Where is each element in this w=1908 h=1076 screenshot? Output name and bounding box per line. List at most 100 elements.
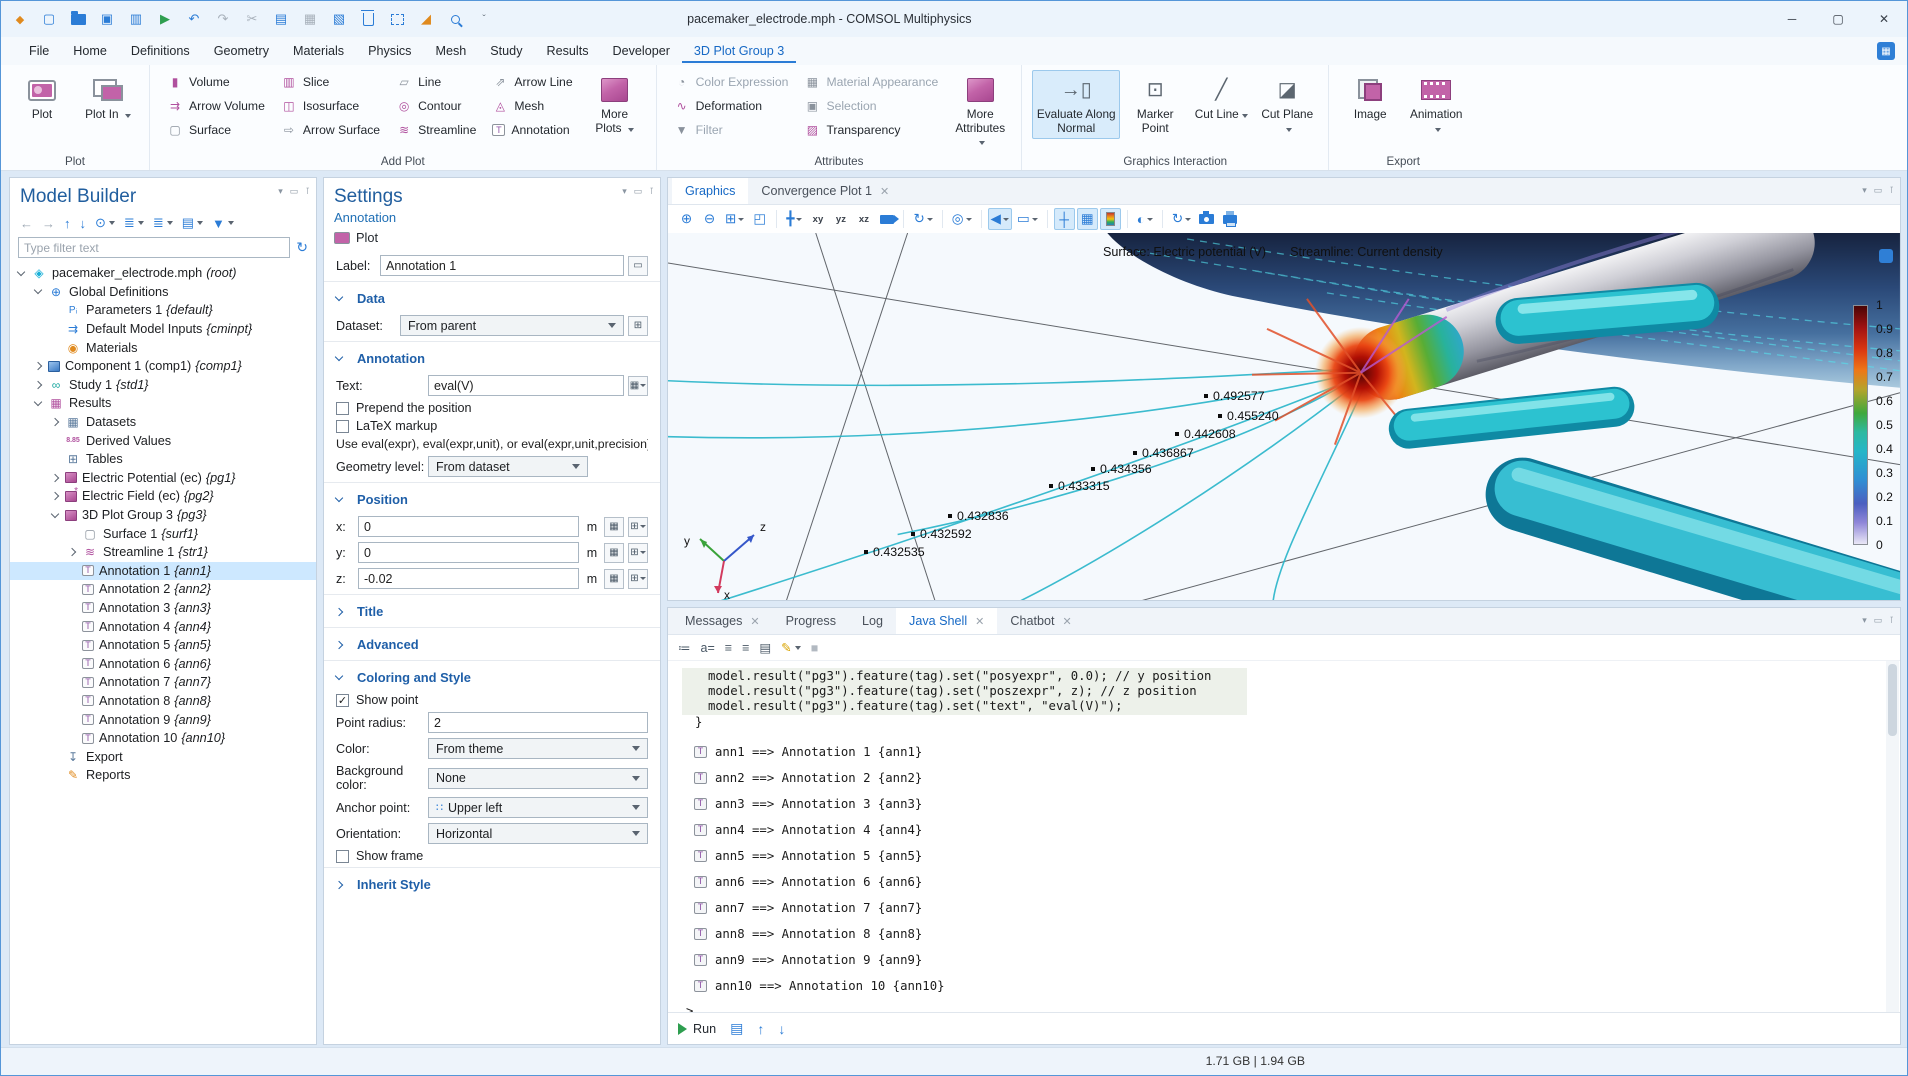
isosurface-button[interactable]: ◫Isosurface <box>274 94 387 118</box>
filter-nodes-icon[interactable]: ▼ <box>212 216 234 231</box>
tree-node-derived-values[interactable]: 8.85Derived Values <box>10 431 316 450</box>
node-columns-icon[interactable]: ▤ <box>182 215 203 231</box>
more-plots-button[interactable]: More Plots <box>584 70 646 139</box>
pin-icon[interactable]: ⊺ <box>1889 615 1894 626</box>
layout-icon[interactable]: ▦ <box>1877 42 1895 60</box>
color-theme-icon[interactable]: ◐ <box>1134 208 1156 230</box>
tree-node-annotation-2[interactable]: TAnnotation 2{ann2} <box>10 580 316 599</box>
show-grid-icon[interactable]: ▦ <box>1077 208 1098 230</box>
forward-icon[interactable]: → <box>42 216 55 231</box>
tree-node-annotation-6[interactable]: TAnnotation 6{ann6} <box>10 654 316 673</box>
pin-icon[interactable]: ⊺ <box>305 186 310 197</box>
tree-node-global-definitions[interactable]: ⊕Global Definitions <box>10 283 316 302</box>
run-button[interactable]: Run <box>678 1022 716 1036</box>
float-icon[interactable]: ▭ <box>634 186 643 197</box>
tree-node-parameters-1[interactable]: PᵢParameters 1{default} <box>10 301 316 320</box>
console-tab-java-shell[interactable]: Java Shell✕ <box>896 608 997 634</box>
move-up-icon[interactable]: ↑ <box>64 216 71 231</box>
arrow-volume-button[interactable]: ⇉Arrow Volume <box>160 94 272 118</box>
menu-study[interactable]: Study <box>478 40 534 63</box>
latex-markup-checkbox-row[interactable]: LaTeX markup <box>336 419 648 433</box>
range-button[interactable]: ▦ <box>604 569 624 589</box>
tree-node-surface-1[interactable]: ▢Surface 1{surf1} <box>10 524 316 543</box>
tree-node-reports[interactable]: ✎Reports <box>10 766 316 785</box>
anchor-point-select[interactable]: ∷Upper left <box>428 797 648 818</box>
tree-node-electric-potential-ec[interactable]: Electric Potential (ec){pg1} <box>10 469 316 488</box>
parameter-menu-button[interactable]: ⊞ <box>628 517 648 537</box>
annotation-button[interactable]: TAnnotation <box>485 118 579 142</box>
image-button[interactable]: Image <box>1339 70 1401 126</box>
tree-node-annotation-4[interactable]: TAnnotation 4{ann4} <box>10 617 316 636</box>
copy-icon[interactable]: ▤ <box>272 10 290 28</box>
refresh-icon[interactable]: ↻ <box>296 239 308 256</box>
float-icon[interactable]: ▭ <box>1874 185 1883 196</box>
close-tab-icon[interactable]: ✕ <box>975 615 984 628</box>
menu-results[interactable]: Results <box>535 40 601 63</box>
panel-menu-icon[interactable]: ▾ <box>1862 185 1867 196</box>
tree-node-electric-field-ec[interactable]: Electric Field (ec){pg2} <box>10 487 316 506</box>
section-annotation[interactable]: Annotation <box>336 344 648 370</box>
expand-icon[interactable] <box>68 548 76 556</box>
expand-icon[interactable] <box>34 398 42 406</box>
vertical-scrollbar[interactable] <box>1886 661 1899 1012</box>
section-title[interactable]: Title <box>336 597 648 623</box>
run-icon[interactable]: ▶ <box>156 10 174 28</box>
save-search-icon[interactable]: ▥ <box>127 10 145 28</box>
panel-menu-icon[interactable]: ▾ <box>622 186 627 197</box>
range-button[interactable]: ▦ <box>604 517 624 537</box>
tree-node-annotation-7[interactable]: TAnnotation 7{ann7} <box>10 673 316 692</box>
filter-button[interactable]: ▼Filter <box>667 118 796 142</box>
default-view-icon[interactable]: ╋ <box>783 208 805 230</box>
menu-materials[interactable]: Materials <box>281 40 356 63</box>
move-down-icon[interactable]: ↓ <box>80 216 87 231</box>
cut-icon[interactable]: ✂ <box>243 10 261 28</box>
animation-button[interactable]: Animation <box>1405 70 1467 139</box>
tree-node-3d-plot-group-3[interactable]: 3D Plot Group 3{pg3} <box>10 506 316 525</box>
graphics-tab-convergence-plot-1[interactable]: Convergence Plot 1✕ <box>748 178 902 204</box>
tab-3d-plot-group-3[interactable]: 3D Plot Group 3 <box>682 40 796 63</box>
expression-menu-button[interactable]: ▦ <box>628 376 648 396</box>
close-tab-icon[interactable]: ✕ <box>750 615 759 628</box>
graphics-tab-graphics[interactable]: Graphics <box>672 178 748 204</box>
console-tab-log[interactable]: Log <box>849 608 896 634</box>
tree-node-component-1-comp1[interactable]: Component 1 (comp1){comp1} <box>10 357 316 376</box>
menu-mesh[interactable]: Mesh <box>423 40 478 63</box>
paste-icon[interactable]: ▦ <box>301 10 319 28</box>
select-box-icon[interactable] <box>388 10 406 28</box>
position-z-input[interactable] <box>358 568 579 589</box>
wireframe-mode-icon[interactable]: ▭ <box>1014 208 1041 230</box>
cut-line-button[interactable]: ╱Cut Line <box>1190 70 1252 126</box>
contour-button[interactable]: ◎Contour <box>389 94 483 118</box>
settings-plot-button[interactable]: Plot <box>324 225 660 250</box>
collapse-cells-icon[interactable]: ≡ <box>725 641 732 655</box>
parameter-menu-button[interactable]: ⊞ <box>628 543 648 563</box>
redo-icon[interactable]: ↷ <box>214 10 232 28</box>
zoom-in-icon[interactable]: ⊕ <box>676 208 697 230</box>
position-y-input[interactable] <box>358 542 579 563</box>
java-shell-code-area[interactable]: model.result("pg3").feature(tag).set("po… <box>668 661 1900 1012</box>
pin-icon[interactable]: ⊺ <box>649 186 654 197</box>
line-button[interactable]: ▱Line <box>389 70 483 94</box>
more-attributes-button[interactable]: More Attributes <box>949 70 1011 153</box>
save-icon[interactable]: ▣ <box>98 10 116 28</box>
show-color-legend-icon[interactable] <box>1100 208 1121 230</box>
show-icon[interactable]: ⊙ <box>95 215 115 231</box>
zoom-box-icon[interactable]: ⊞ <box>722 208 747 230</box>
zoom-out-icon[interactable]: ⊖ <box>699 208 720 230</box>
menu-physics[interactable]: Physics <box>356 40 423 63</box>
arrow-surface-button[interactable]: ⇨Arrow Surface <box>274 118 387 142</box>
parameter-menu-button[interactable]: ⊞ <box>628 569 648 589</box>
draw-select-icon[interactable]: ◢ <box>417 10 435 28</box>
plot-button[interactable]: Plot <box>11 70 73 126</box>
tree-node-annotation-1[interactable]: TAnnotation 1{ann1} <box>10 562 316 581</box>
filter-input[interactable] <box>18 237 290 258</box>
tree-node-streamline-1[interactable]: ≋Streamline 1{str1} <box>10 543 316 562</box>
update-icon[interactable]: ↻ <box>1169 208 1194 230</box>
section-data[interactable]: Data <box>336 284 648 310</box>
close-button[interactable]: ✕ <box>1861 1 1907 37</box>
evaluate-along-normal-button[interactable]: →▯Evaluate Along Normal <box>1032 70 1120 139</box>
slice-button[interactable]: ▥Slice <box>274 70 387 94</box>
section-inherit-style[interactable]: Inherit Style <box>336 870 648 896</box>
menu-developer[interactable]: Developer <box>601 40 682 63</box>
panel-menu-icon[interactable]: ▾ <box>278 186 283 197</box>
